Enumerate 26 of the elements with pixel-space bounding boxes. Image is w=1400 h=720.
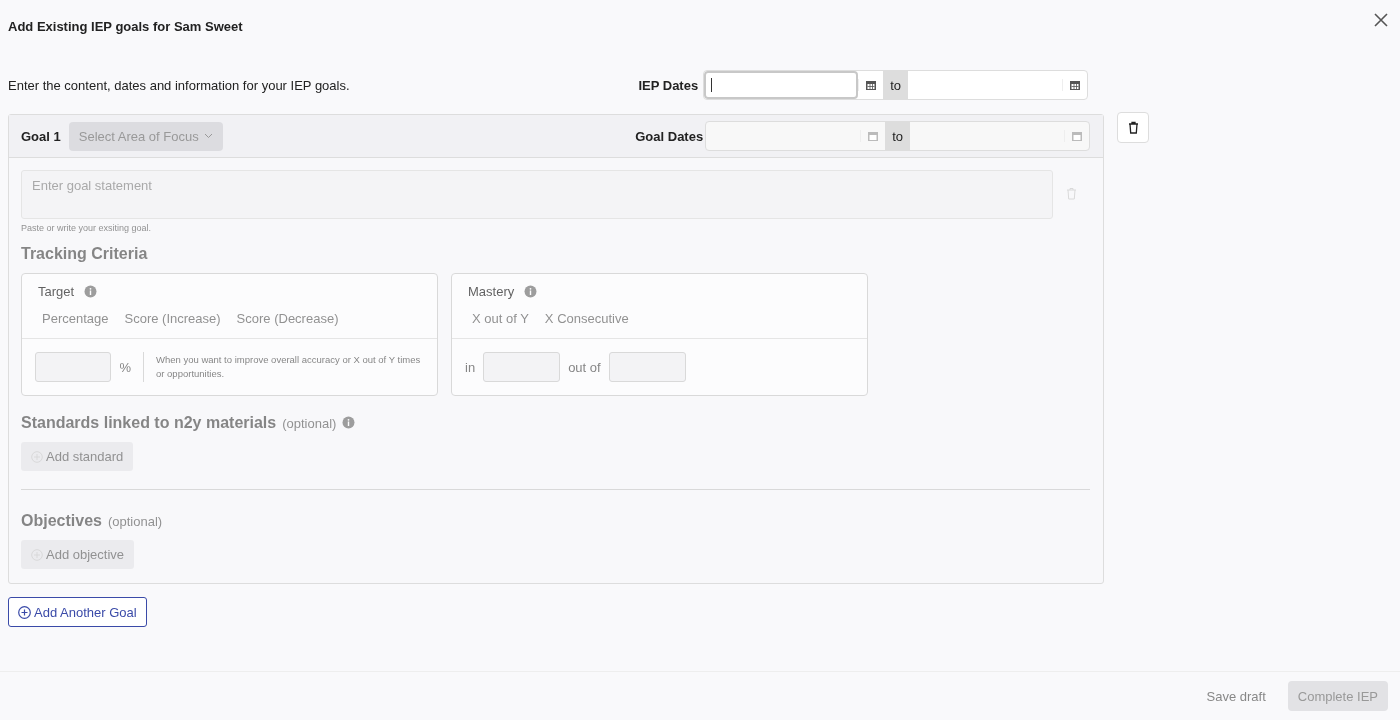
panel-title: Mastery: [468, 284, 515, 299]
section-heading: Tracking Criteria: [21, 245, 149, 263]
out-of-label: out of: [568, 359, 601, 375]
goal-dates-label: Goal Dates: [635, 128, 704, 144]
target-description: When you want to improve overall accuracy or X out of Y times or opportunities.: [156, 353, 422, 381]
info-icon[interactable]: [84, 285, 98, 298]
section-heading: Objectives: [21, 512, 102, 530]
plus-circle-icon: [18, 605, 31, 619]
hint-text: Paste or write your exsiting goal.: [21, 223, 153, 233]
close-icon[interactable]: [1374, 13, 1388, 27]
optional-label: (optional): [107, 514, 163, 529]
goal-label: Goal 1: [21, 128, 61, 144]
trash-icon: [1127, 121, 1139, 134]
iep-dates-label: IEP Dates: [638, 77, 699, 93]
add-goal-button[interactable]: Add Another Goal: [8, 597, 147, 627]
in-label: in: [465, 359, 476, 375]
chevron-down-icon: [203, 133, 213, 139]
intro-text: Enter the content, dates and information for your IEP goals.: [8, 77, 351, 93]
dialog-title: Add Existing IEP goals for Sam Sweet: [8, 18, 243, 34]
delete-goal-button[interactable]: [1117, 112, 1149, 143]
section-heading: Standards linked to n2y materials: [21, 414, 277, 432]
info-icon[interactable]: [524, 285, 538, 298]
save-draft-button[interactable]: Save draft: [1200, 687, 1272, 705]
panel-title: Target: [38, 284, 75, 299]
optional-label: (optional): [282, 416, 337, 431]
percent-label: %: [119, 359, 131, 375]
